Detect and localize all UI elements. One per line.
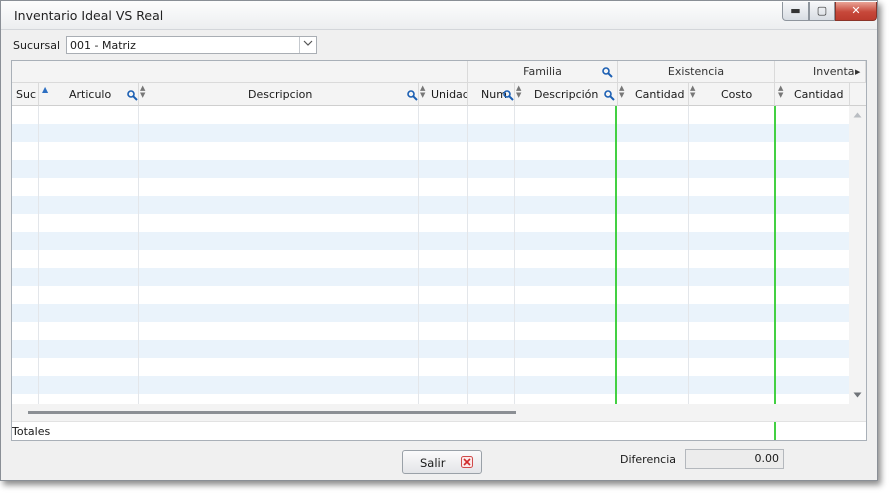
sucursal-select[interactable]: 001 - Matriz <box>66 36 317 54</box>
group-header-familia: Familia <box>468 61 618 83</box>
scroll-down-icon[interactable] <box>853 392 862 398</box>
col-header-filler <box>850 83 866 106</box>
search-icon[interactable] <box>407 90 418 101</box>
col-header-suc[interactable]: Suc <box>12 83 39 106</box>
col-label-unidad: Unidad <box>431 88 468 101</box>
totals-label: Totales <box>12 425 51 438</box>
minimize-button[interactable]: ▬ <box>782 2 809 21</box>
group-label-existencia: Existencia <box>667 65 725 78</box>
col-header-num[interactable]: Num <box>468 83 515 106</box>
window-title: Inventario Ideal VS Real <box>14 8 164 23</box>
col-header-fam-descripcion[interactable]: ▲ ▼ Descripción <box>515 83 618 106</box>
column-divider <box>688 106 689 404</box>
col-header-exist-costo[interactable]: ▲ ▼ Costo <box>689 83 775 106</box>
col-header-exist-cantidad[interactable]: ▲ ▼ Cantidad <box>618 83 689 106</box>
totals-row: Totales <box>12 421 866 440</box>
salir-label: Salir <box>420 456 446 470</box>
diferencia-field: 0.00 <box>685 449 784 469</box>
col-label-suc: Suc <box>16 88 37 101</box>
search-icon[interactable] <box>503 90 514 101</box>
close-x-icon <box>461 456 473 468</box>
vertical-scrollbar[interactable] <box>849 106 866 404</box>
col-header-inv-cantidad[interactable]: ▲ ▼ Cantidad <box>775 83 850 106</box>
col-label-exist-cantidad: Cantidad <box>635 88 685 101</box>
existencia-separator <box>615 106 617 404</box>
totals-separator <box>774 422 776 440</box>
sucursal-value: 001 - Matriz <box>70 39 136 52</box>
sort-icon[interactable]: ▲ ▼ <box>778 85 783 99</box>
sort-icon[interactable]: ▲ ▼ <box>140 85 145 99</box>
col-header-unidad[interactable]: ▲ ▼ Unidad <box>419 83 468 106</box>
column-divider <box>514 106 515 404</box>
scroll-right-icon[interactable]: ▶ <box>855 61 860 83</box>
close-button[interactable]: ✕ <box>835 2 877 21</box>
horizontal-scroll-thumb[interactable] <box>28 411 516 414</box>
column-divider <box>138 106 139 404</box>
sucursal-label: Sucursal <box>13 39 61 52</box>
col-label-exist-costo: Costo <box>721 88 753 101</box>
col-label-descripcion: Descripcion <box>248 88 313 101</box>
inventory-grid: Familia Existencia Inventa ▶ Suc ▲ Artic… <box>11 60 867 441</box>
scroll-up-icon[interactable] <box>853 112 862 118</box>
diferencia-label: Diferencia <box>620 453 677 466</box>
search-icon[interactable] <box>604 90 615 101</box>
horizontal-scrollbar[interactable] <box>12 404 849 421</box>
sort-icon[interactable]: ▲ ▼ <box>690 85 695 99</box>
maximize-button[interactable]: ▢ <box>809 2 835 21</box>
group-label-familia: Familia <box>523 65 562 78</box>
column-divider <box>418 106 419 404</box>
col-label-articulo: Articulo <box>69 88 112 101</box>
col-header-articulo[interactable]: ▲ Articulo <box>39 83 139 106</box>
window: Inventario Ideal VS Real ▬ ▢ ✕ Sucursal … <box>0 0 878 481</box>
sort-icon[interactable]: ▲ ▼ <box>420 85 425 99</box>
salir-button[interactable]: Salir <box>402 450 482 474</box>
scroll-corner <box>849 404 866 421</box>
column-divider <box>38 106 39 404</box>
col-header-descripcion[interactable]: ▲ ▼ Descripcion <box>139 83 419 106</box>
chevron-down-icon[interactable] <box>299 37 316 53</box>
group-header-inventario: Inventa ▶ <box>775 61 866 83</box>
column-divider <box>467 106 468 404</box>
search-icon[interactable] <box>602 67 613 78</box>
inventario-separator <box>774 106 776 404</box>
group-header-existencia: Existencia <box>618 61 775 83</box>
sort-icon[interactable]: ▲ ▼ <box>619 85 624 99</box>
sort-asc-icon[interactable]: ▲ <box>42 86 48 94</box>
title-bar: Inventario Ideal VS Real ▬ ▢ ✕ <box>1 1 877 30</box>
group-label-inventario: Inventa <box>813 65 855 78</box>
search-icon[interactable] <box>127 90 138 101</box>
sort-icon[interactable]: ▲ ▼ <box>516 85 521 99</box>
group-header-empty <box>12 61 468 83</box>
col-label-inv-cantidad: Cantidad <box>794 88 844 101</box>
col-label-fam-descripcion: Descripción <box>534 88 599 101</box>
